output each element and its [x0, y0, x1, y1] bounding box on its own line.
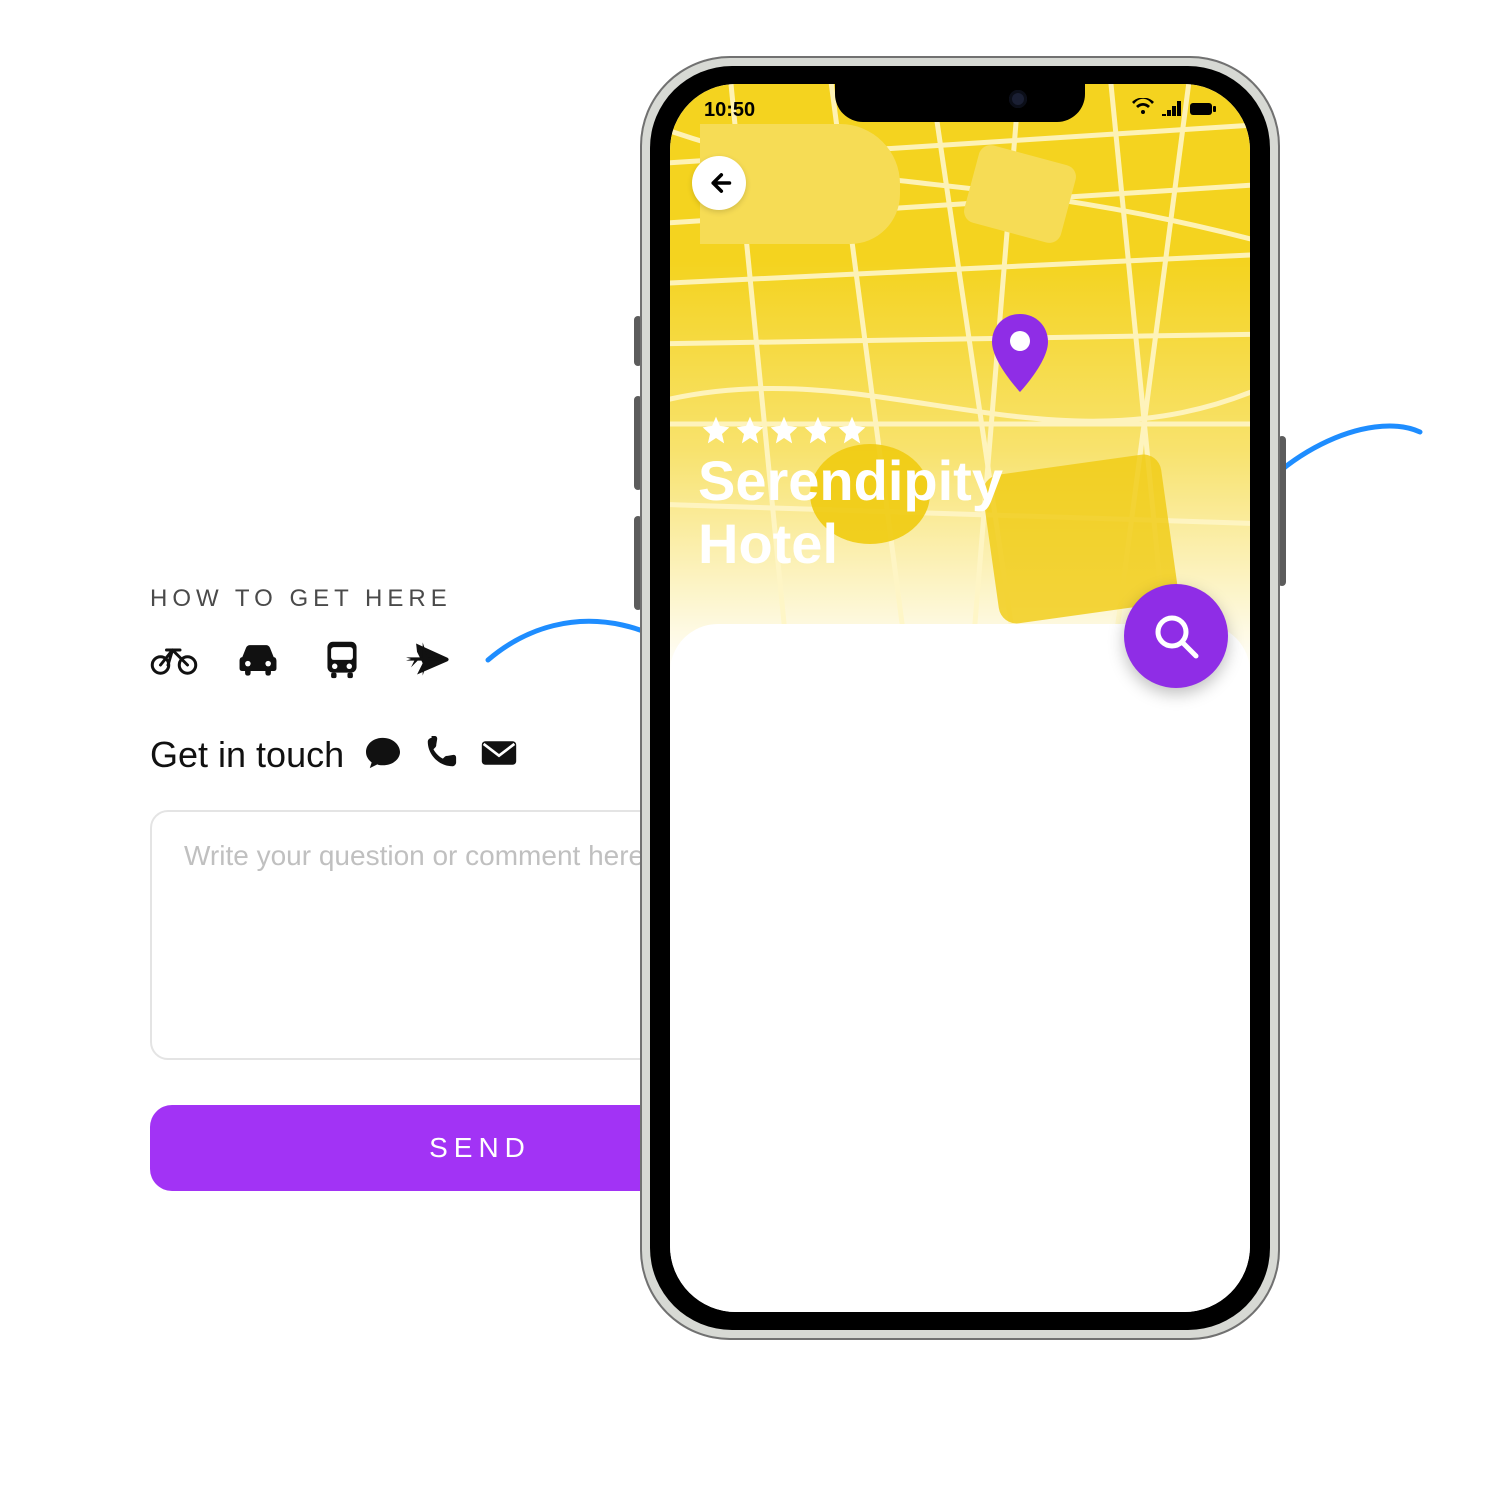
front-camera [1009, 90, 1027, 108]
phone-notch [835, 76, 1085, 122]
car-icon[interactable] [234, 639, 282, 684]
bus-icon[interactable] [318, 639, 366, 684]
phone-screen: 10:50 [670, 84, 1250, 1312]
get-in-touch-label: Get in touch [150, 734, 344, 776]
wifi-icon [1132, 98, 1154, 122]
map-pin-icon [990, 314, 1050, 394]
hotel-name: Serendipity Hotel [698, 450, 1120, 575]
phone-mockup: 10:50 [640, 56, 1280, 1340]
bicycle-icon[interactable] [150, 639, 198, 684]
battery-icon [1190, 99, 1216, 122]
signal-icon [1162, 99, 1182, 122]
phone-icon[interactable] [422, 736, 460, 775]
bottom-sheet [670, 624, 1250, 1312]
status-time: 10:50 [704, 99, 755, 122]
chat-icon[interactable] [364, 736, 402, 775]
mail-icon[interactable] [480, 736, 518, 775]
rating-stars [700, 414, 868, 446]
back-button[interactable] [692, 156, 746, 210]
plane-icon[interactable] [402, 639, 450, 684]
search-button[interactable] [1124, 584, 1228, 688]
